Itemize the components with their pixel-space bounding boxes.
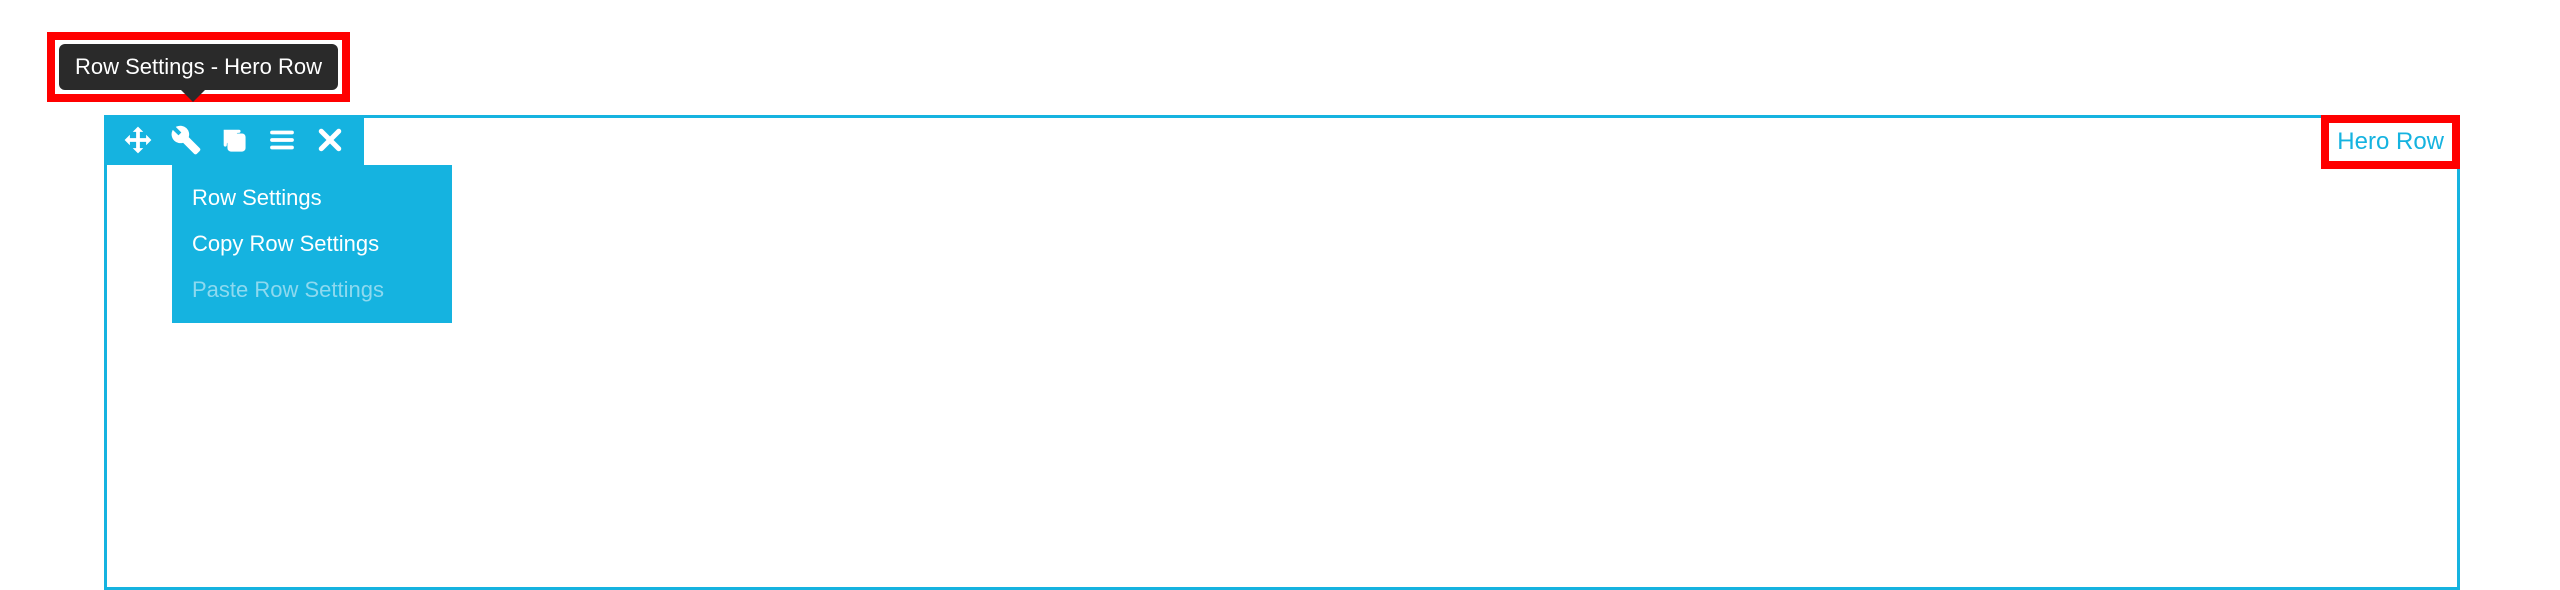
tooltip-arrow: [181, 90, 205, 102]
wrench-icon: [171, 125, 201, 155]
tooltip-text: Row Settings - Hero Row: [75, 54, 322, 79]
dropdown-item-label: Copy Row Settings: [192, 231, 379, 256]
close-button[interactable]: [306, 115, 354, 165]
row-toolbar: [104, 115, 364, 165]
copy-icon: [219, 125, 249, 155]
row-label-text: Hero Row: [2337, 128, 2444, 156]
tooltip-bubble: Row Settings - Hero Row: [59, 44, 338, 90]
row-dropdown-menu: Row Settings Copy Row Settings Paste Row…: [172, 165, 452, 323]
dropdown-item-copy-row-settings[interactable]: Copy Row Settings: [172, 221, 452, 267]
dropdown-item-row-settings[interactable]: Row Settings: [172, 175, 452, 221]
tooltip-highlight-box: Row Settings - Hero Row: [47, 32, 350, 102]
menu-icon: [267, 125, 297, 155]
row-container: Row Settings Copy Row Settings Paste Row…: [104, 115, 2460, 590]
dropdown-item-label: Paste Row Settings: [192, 277, 384, 302]
dropdown-item-label: Row Settings: [192, 185, 322, 210]
settings-button[interactable]: [162, 115, 210, 165]
copy-button[interactable]: [210, 115, 258, 165]
menu-button[interactable]: [258, 115, 306, 165]
row-label[interactable]: Hero Row: [2337, 125, 2444, 159]
move-icon: [123, 125, 153, 155]
row-label-highlight-box: Hero Row: [2321, 115, 2460, 169]
close-icon: [315, 125, 345, 155]
move-button[interactable]: [114, 115, 162, 165]
dropdown-item-paste-row-settings: Paste Row Settings: [172, 267, 452, 313]
